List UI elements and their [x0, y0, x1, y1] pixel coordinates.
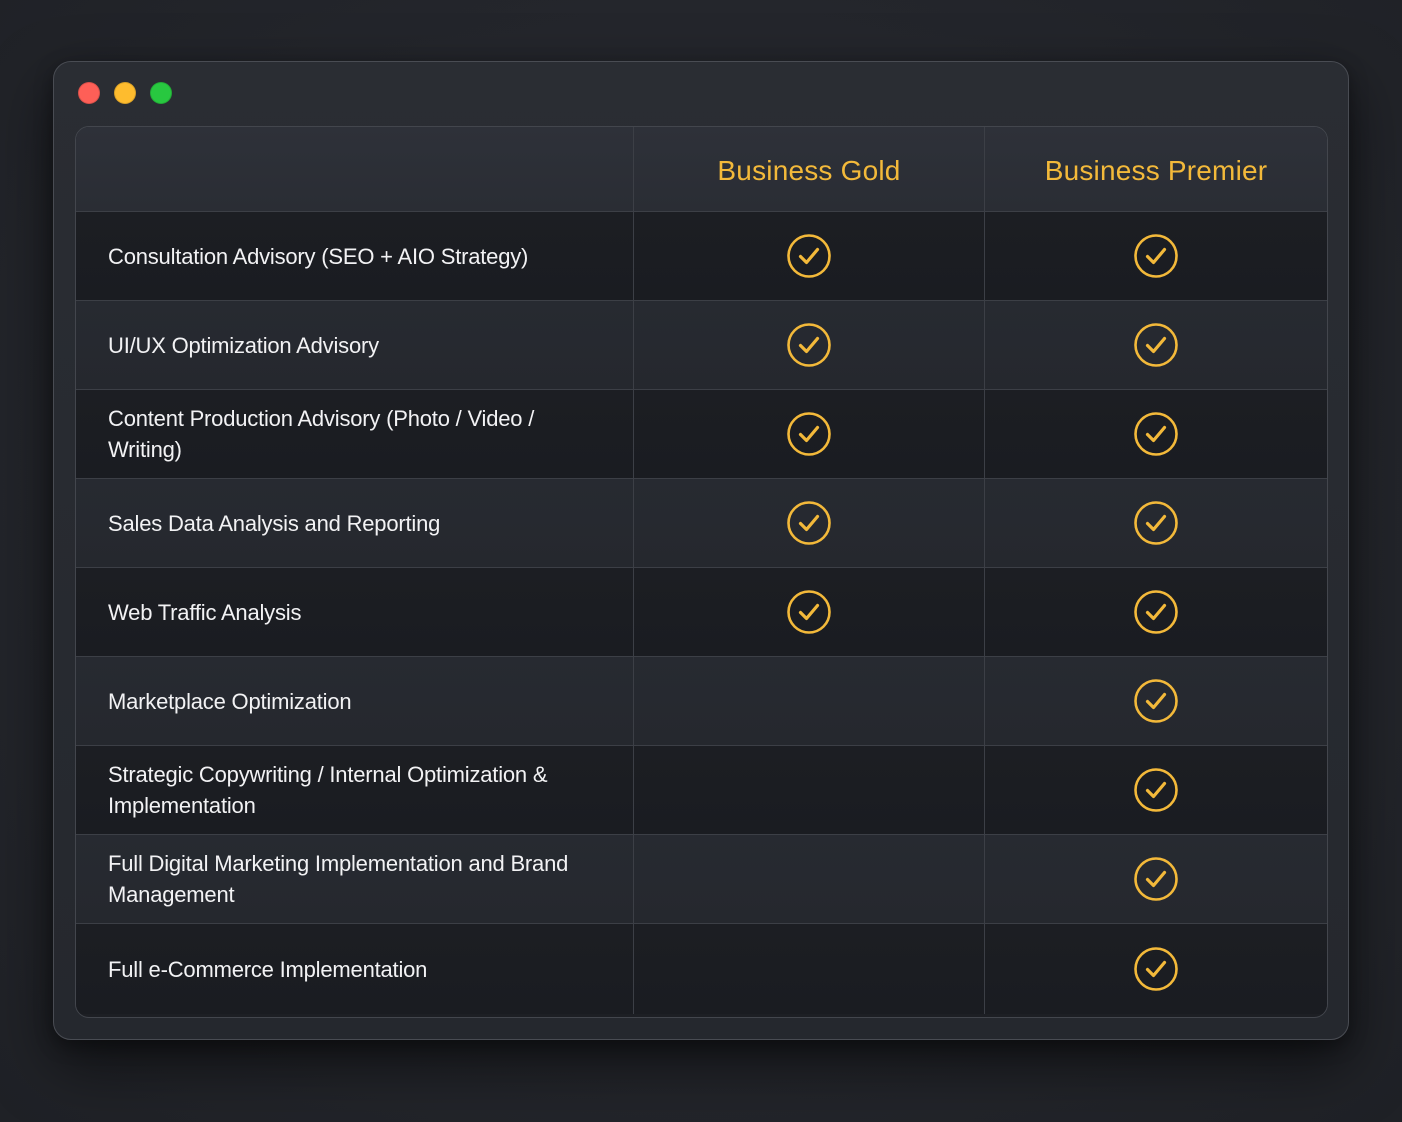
business-premier-column-header: Business Premier: [1044, 154, 1268, 186]
feature-name: Strategic Copywriting / Internal Optimiz…: [76, 746, 634, 834]
feature-name: Full e-Commerce Implementation: [76, 924, 634, 1014]
gold-plan-cell: [634, 479, 985, 567]
check-circle-icon: [1133, 589, 1179, 635]
table-row: Consultation Advisory (SEO + AIO Strateg…: [76, 212, 1327, 301]
check-circle-icon: [1133, 233, 1179, 279]
premier-plan-cell: [985, 212, 1327, 300]
feature-name: UI/UX Optimization Advisory: [76, 301, 634, 389]
window-controls: [78, 82, 172, 104]
check-circle-icon: [1133, 767, 1179, 813]
gold-plan-cell: [634, 746, 985, 834]
close-window-button[interactable]: [78, 82, 100, 104]
feature-name: Web Traffic Analysis: [76, 568, 634, 656]
gold-plan-cell: [634, 568, 985, 656]
minimize-window-button[interactable]: [114, 82, 136, 104]
feature-name: Sales Data Analysis and Reporting: [76, 479, 634, 567]
table-row: Full e-Commerce Implementation: [76, 924, 1327, 1014]
check-circle-icon: [1133, 946, 1179, 992]
gold-plan-cell: [634, 835, 985, 923]
gold-plan-cell: [634, 301, 985, 389]
premier-plan-cell: [985, 924, 1327, 1014]
premier-plan-cell: [985, 568, 1327, 656]
gold-plan-cell: [634, 212, 985, 300]
zoom-window-button[interactable]: [150, 82, 172, 104]
gold-plan-cell: [634, 657, 985, 745]
premier-plan-cell: [985, 835, 1327, 923]
premier-plan-cell: [985, 657, 1327, 745]
table-header-row: Business Gold Business Premier: [76, 127, 1327, 212]
check-circle-icon: [786, 233, 832, 279]
table-row: Full Digital Marketing Implementation an…: [76, 835, 1327, 924]
check-circle-icon: [1133, 411, 1179, 457]
table-row: Web Traffic Analysis: [76, 568, 1327, 657]
check-circle-icon: [1133, 500, 1179, 546]
table-row: Sales Data Analysis and Reporting: [76, 479, 1327, 568]
feature-column-header: [76, 127, 634, 211]
check-circle-icon: [1133, 678, 1179, 724]
premier-plan-cell: [985, 746, 1327, 834]
premier-plan-cell: [985, 479, 1327, 567]
check-circle-icon: [786, 500, 832, 546]
gold-plan-cell: [634, 390, 985, 478]
feature-name: Consultation Advisory (SEO + AIO Strateg…: [76, 212, 634, 300]
plan-comparison-table: Business Gold Business Premier Consultat…: [75, 126, 1328, 1018]
table-row: Content Production Advisory (Photo / Vid…: [76, 390, 1327, 479]
check-circle-icon: [786, 411, 832, 457]
feature-name: Marketplace Optimization: [76, 657, 634, 745]
business-gold-column-header: Business Gold: [634, 127, 985, 211]
app-window: Business Gold Business Premier Consultat…: [53, 61, 1349, 1040]
gold-plan-cell: [634, 924, 985, 1014]
check-circle-icon: [1133, 322, 1179, 368]
premier-plan-cell: [985, 301, 1327, 389]
feature-name: Full Digital Marketing Implementation an…: [76, 835, 634, 923]
table-row: UI/UX Optimization Advisory: [76, 301, 1327, 390]
premier-plan-cell: [985, 390, 1327, 478]
check-circle-icon: [1133, 856, 1179, 902]
feature-name: Content Production Advisory (Photo / Vid…: [76, 390, 634, 478]
table-row: Strategic Copywriting / Internal Optimiz…: [76, 746, 1327, 835]
table-row: Marketplace Optimization: [76, 657, 1327, 746]
check-circle-icon: [786, 322, 832, 368]
check-circle-icon: [786, 589, 832, 635]
